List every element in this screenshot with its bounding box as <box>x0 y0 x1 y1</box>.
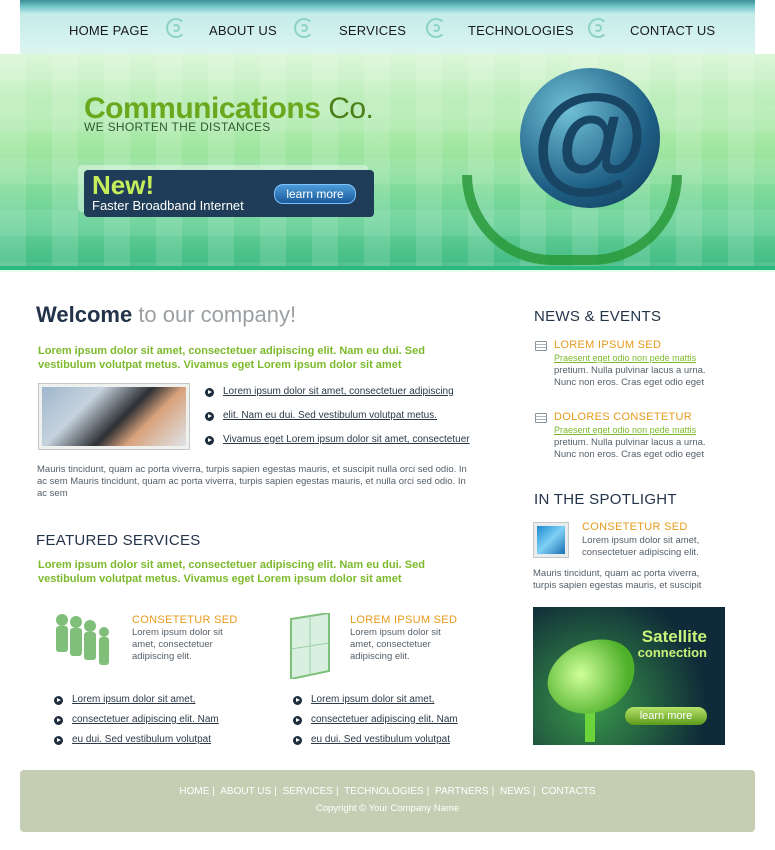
arrow-bullet-icon <box>54 736 63 745</box>
swirl-icon <box>166 18 186 38</box>
phone-photo <box>42 387 186 446</box>
news-text: pretium. Nulla pulvinar lacus a urna. Nu… <box>554 437 706 460</box>
footer-link-news[interactable]: NEWS <box>500 786 530 797</box>
arrow-bullet-icon <box>205 412 214 421</box>
news-title[interactable]: DOLORES CONSETETUR <box>554 411 692 423</box>
arrow-bullet-icon <box>205 388 214 397</box>
at-sign-graphic: @ <box>520 68 660 208</box>
arrow-bullet-icon <box>54 696 63 705</box>
news-icon <box>535 341 547 351</box>
hands-photo <box>537 526 565 554</box>
arrow-bullet-icon <box>293 716 302 725</box>
welcome-link[interactable]: Lorem ipsum dolor sit amet, consectetuer… <box>205 385 495 409</box>
promo-new-label: New! <box>92 170 155 200</box>
spotlight-item-text: Lorem ipsum dolor sit amet, consectetuer… <box>582 535 700 558</box>
service-link[interactable]: consectetuer adipiscing elit. Nam <box>293 713 493 733</box>
brand-suffix: Co. <box>328 92 374 125</box>
footer-link-technologies[interactable]: TECHNOLOGIES <box>344 786 423 797</box>
welcome-heading-rest: to our company! <box>138 302 297 327</box>
news-link[interactable]: Praesent eget odio non pede mattis <box>554 425 696 435</box>
nav-home-page[interactable]: HOME PAGE <box>69 23 149 38</box>
footer: HOME | ABOUT US | SERVICES | TECHNOLOGIES | … <box>20 770 755 832</box>
spotlight-item-title[interactable]: CONSETETUR SED <box>582 521 688 533</box>
news-title[interactable]: LOREM IPSUM SED <box>554 339 661 351</box>
service-link[interactable]: Lorem ipsum dolor sit amet, <box>54 693 254 713</box>
footer-navigation: HOME | ABOUT US | SERVICES | TECHNOLOGIES | … <box>179 786 596 797</box>
news-events-heading: NEWS & EVENTS <box>534 308 662 325</box>
service-title: CONSETETUR SED <box>132 614 238 626</box>
at-icon: @ <box>531 70 649 204</box>
service-link[interactable]: eu dui. Sed vestibulum volutpat <box>54 733 254 753</box>
promo-description: Faster Broadband Internet <box>92 198 244 213</box>
swirl-icon <box>294 18 314 38</box>
nav-about-us[interactable]: ABOUT US <box>209 23 277 38</box>
banner-divider-highlight <box>0 270 775 272</box>
welcome-link-list: Lorem ipsum dolor sit amet, consectetuer… <box>205 385 495 457</box>
people-icon <box>50 612 114 670</box>
promo-learn-more-button[interactable]: learn more <box>274 184 356 204</box>
footer-link-home[interactable]: HOME <box>179 786 209 797</box>
glass-panel-icon <box>289 611 333 681</box>
footer-link-services[interactable]: SERVICES <box>283 786 333 797</box>
service-link[interactable]: Lorem ipsum dolor sit amet, <box>293 693 493 713</box>
spotlight-image[interactable] <box>533 522 569 558</box>
nav-technologies[interactable]: TECHNOLOGIES <box>468 23 574 38</box>
service-title: LOREM IPSUM SED <box>350 614 458 626</box>
service-link[interactable]: consectetuer adipiscing elit. Nam <box>54 713 254 733</box>
service-text: Lorem ipsum dolor sit amet, consectetuer… <box>132 627 223 662</box>
service-text: Lorem ipsum dolor sit amet, consectetuer… <box>350 627 441 662</box>
footer-link-contacts[interactable]: CONTACTS <box>541 786 595 797</box>
welcome-heading: Welcome to our company! <box>36 302 296 328</box>
spotlight-body-text: Mauris tincidunt, quam ac porta viverra,… <box>533 568 702 591</box>
news-icon <box>535 413 547 423</box>
arrow-bullet-icon <box>205 436 214 445</box>
news-text: pretium. Nulla pulvinar lacus a urna. Nu… <box>554 365 706 388</box>
welcome-body-text: Mauris tincidunt, quam ac porta viverra,… <box>37 464 467 499</box>
service-link[interactable]: eu dui. Sed vestibulum volutpat <box>293 733 493 753</box>
welcome-heading-bold: Welcome <box>36 302 133 327</box>
news-link[interactable]: Praesent eget odio non pede mattis <box>554 353 696 363</box>
swirl-icon <box>588 18 608 38</box>
nav-contact-us[interactable]: CONTACT US <box>630 23 715 38</box>
footer-link-partners[interactable]: PARTNERS <box>435 786 489 797</box>
swirl-icon <box>426 18 446 38</box>
featured-intro: Lorem ipsum dolor sit amet, consectetuer… <box>38 559 425 585</box>
arrow-bullet-icon <box>293 696 302 705</box>
company-slogan: WE SHORTEN THE DISTANCES <box>84 120 271 134</box>
satellite-subtitle: connection <box>637 645 707 660</box>
satellite-learn-more-button[interactable]: learn more <box>625 707 707 725</box>
welcome-link[interactable]: Vivamus eget Lorem ipsum dolor sit amet,… <box>205 433 495 457</box>
arrow-bullet-icon <box>293 736 302 745</box>
satellite-title: Satellite <box>641 627 707 646</box>
spotlight-heading: IN THE SPOTLIGHT <box>534 491 677 508</box>
service-link-list-right: Lorem ipsum dolor sit amet, consectetuer… <box>293 693 493 753</box>
nav-services[interactable]: SERVICES <box>339 23 406 38</box>
copyright-text: Copyright © Your Company Name <box>315 803 460 814</box>
promo-box: New! Faster Broadband Internet learn mor… <box>84 170 374 217</box>
featured-services-heading: FEATURED SERVICES <box>36 532 201 549</box>
welcome-link[interactable]: elit. Nam eu dui. Sed vestibulum volutpa… <box>205 409 495 433</box>
top-navigation: HOME PAGE ABOUT US SERVICES TECHNOLOGIES… <box>20 0 755 54</box>
satellite-banner[interactable]: Satellite connection learn more <box>533 607 725 745</box>
welcome-image <box>38 383 190 450</box>
footer-link-about-us[interactable]: ABOUT US <box>220 786 271 797</box>
arrow-bullet-icon <box>54 716 63 725</box>
service-link-list-left: Lorem ipsum dolor sit amet, consectetuer… <box>54 693 254 753</box>
welcome-intro: Lorem ipsum dolor sit amet, consectetuer… <box>38 345 425 371</box>
